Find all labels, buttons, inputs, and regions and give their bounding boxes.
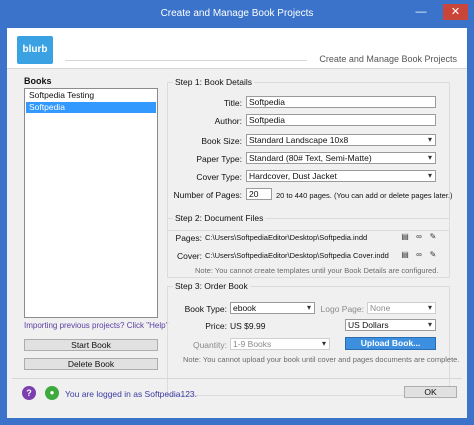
cover-file-icon[interactable]: ▤ <box>400 250 410 260</box>
step3-note: Note: You cannot upload your book until … <box>183 355 460 364</box>
books-list[interactable]: Softpedia Testing Softpedia <box>24 88 158 318</box>
currency-dropdown[interactable]: US Dollars <box>345 319 436 331</box>
logo-page-label: Logo Page: <box>320 304 364 314</box>
help-icon[interactable]: ? <box>22 386 36 400</box>
ok-button[interactable]: OK <box>404 386 457 398</box>
upload-book-button[interactable]: Upload Book... <box>345 337 436 350</box>
footer-divider <box>12 378 462 379</box>
minimize-button[interactable]: — <box>411 4 431 20</box>
pages-edit-icon[interactable]: ✎ <box>428 232 438 242</box>
window-frame: Create and Manage Book Projects — ✕ blur… <box>0 0 474 425</box>
books-label: Books <box>24 76 52 86</box>
book-type-dropdown[interactable]: ebook <box>230 302 315 314</box>
book-size-dropdown[interactable]: Standard Landscape 10x8 <box>246 134 436 146</box>
book-item-softpedia-testing[interactable]: Softpedia Testing <box>26 90 156 101</box>
window-title: Create and Manage Book Projects <box>160 8 314 19</box>
quantity-dropdown[interactable]: 1-9 Books <box>230 338 330 350</box>
step2-title: Step 2: Document Files <box>173 213 266 223</box>
title-label: Title: <box>223 98 242 108</box>
dialog-header: blurb Create and Manage Book Projects <box>7 28 467 69</box>
import-projects-link[interactable]: Importing previous projects? Click "Help… <box>24 321 168 330</box>
step1-title: Step 1: Book Details <box>173 77 255 87</box>
step3-title: Step 3: Order Book <box>173 281 250 291</box>
step2-note: Note: You cannot create templates until … <box>195 266 439 275</box>
close-button[interactable]: ✕ <box>443 4 468 20</box>
blurb-logo: blurb <box>17 36 53 64</box>
book-type-label: Book Type: <box>184 304 227 314</box>
start-book-button[interactable]: Start Book <box>24 339 158 351</box>
author-label: Author: <box>214 116 242 126</box>
title-input[interactable]: Softpedia <box>246 96 436 108</box>
pages-range-note: 20 to 440 pages. (You can add or delete … <box>276 191 453 200</box>
cover-type-dropdown[interactable]: Hardcover, Dust Jacket <box>246 170 436 182</box>
pages-file-path: C:\Users\SoftpediaEditor\Desktop\Softped… <box>205 233 368 242</box>
paper-type-label: Paper Type: <box>196 154 242 164</box>
cover-file-label: Cover: <box>176 251 202 261</box>
book-item-softpedia[interactable]: Softpedia <box>26 102 156 113</box>
cover-type-label: Cover Type: <box>196 172 242 182</box>
pages-file-icon[interactable]: ▤ <box>400 232 410 242</box>
paper-type-dropdown[interactable]: Standard (80# Text, Semi-Matte) <box>246 152 436 164</box>
title-bar[interactable]: Create and Manage Book Projects — ✕ <box>0 0 474 28</box>
pages-label: Number of Pages: <box>173 190 242 200</box>
cover-file-path: C:\Users\SoftpediaEditor\Desktop\Softped… <box>205 251 389 260</box>
header-title: Create and Manage Book Projects <box>319 54 457 64</box>
header-divider <box>65 60 307 61</box>
price-label: Price: <box>205 321 227 331</box>
price-value: US $9.99 <box>230 321 266 331</box>
pages-file-label: Pages: <box>175 233 202 243</box>
pages-link-icon[interactable]: ∞ <box>414 232 424 242</box>
dialog-client-area: blurb Create and Manage Book Projects Bo… <box>7 28 467 418</box>
cover-edit-icon[interactable]: ✎ <box>428 250 438 260</box>
quantity-label: Quantity: <box>192 340 227 350</box>
delete-book-button[interactable]: Delete Book <box>24 358 158 370</box>
author-input[interactable]: Softpedia <box>246 114 436 126</box>
book-size-label: Book Size: <box>201 136 242 146</box>
cover-link-icon[interactable]: ∞ <box>414 250 424 260</box>
logo-page-dropdown[interactable]: None <box>367 302 436 314</box>
logged-in-status: You are logged in as Softpedia123. <box>65 389 198 399</box>
pages-input[interactable]: 20 <box>246 188 272 200</box>
user-status-icon: ● <box>45 386 59 400</box>
